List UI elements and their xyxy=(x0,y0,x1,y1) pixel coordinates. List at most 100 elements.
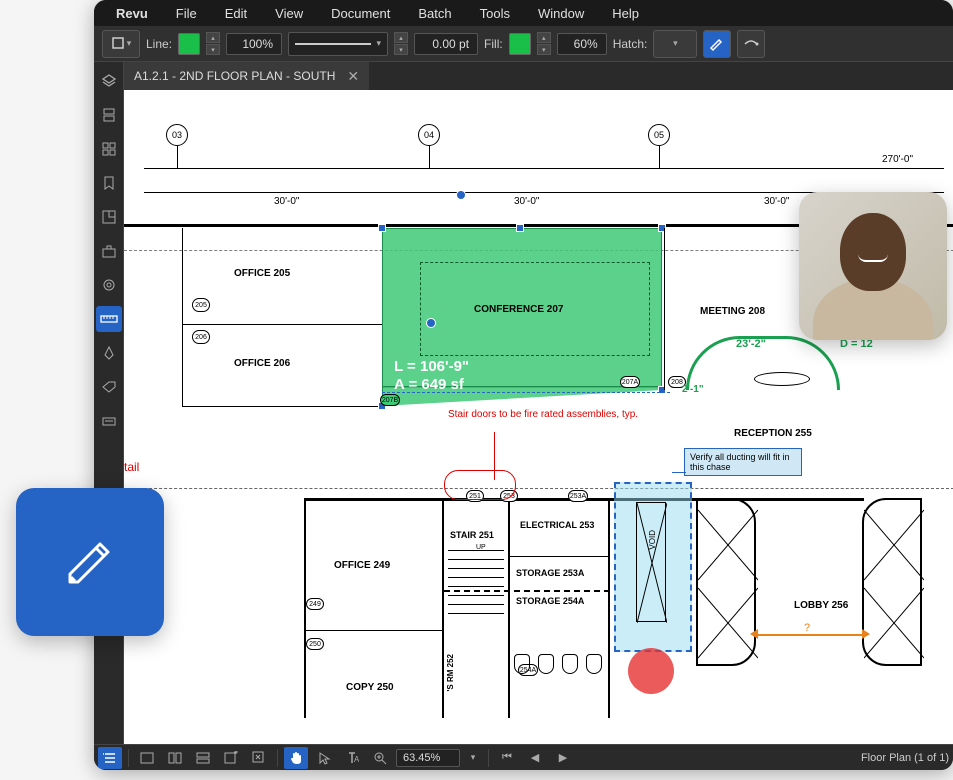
dimension: 30'-0" xyxy=(764,196,789,207)
center-handle[interactable] xyxy=(426,318,436,328)
new-view-icon[interactable] xyxy=(219,747,243,769)
measurement-length: L = 106'-9" xyxy=(394,358,469,375)
tab-bar: A1.2.1 - 2ND FLOOR PLAN - SOUTH ✕ xyxy=(124,62,953,90)
door-tag-249: 249 xyxy=(306,598,324,610)
line-style-dropdown[interactable]: ▾ xyxy=(288,32,388,56)
drawing-canvas[interactable]: 03 04 05 270'-0" 30'-0" 30'-0" 30'-0" xyxy=(124,90,953,744)
hatch-label: Hatch: xyxy=(613,37,648,51)
door-tag-207b: 207B xyxy=(380,394,400,406)
thumbnails-icon[interactable] xyxy=(96,102,122,128)
menu-file[interactable]: File xyxy=(162,2,211,25)
menu-view[interactable]: View xyxy=(261,2,317,25)
menu-batch[interactable]: Batch xyxy=(404,2,465,25)
selection-handle[interactable] xyxy=(378,224,386,232)
arc-dimension: 23'-2" xyxy=(736,338,766,350)
dimension-query[interactable] xyxy=(758,634,862,636)
text-select-icon[interactable]: A xyxy=(340,747,364,769)
hatch-dropdown[interactable]: ▾ xyxy=(653,30,697,58)
room-office-205: OFFICE 205 xyxy=(234,268,290,279)
select-tool-icon[interactable] xyxy=(312,747,336,769)
line-width-field[interactable]: 100% xyxy=(226,33,282,55)
fill-pct-field[interactable]: 60% xyxy=(557,33,607,55)
document-area: A1.2.1 - 2ND FLOOR PLAN - SOUTH ✕ 03 04 … xyxy=(124,62,953,744)
wall xyxy=(182,228,183,406)
line-color-swatch[interactable] xyxy=(178,33,200,55)
tag-icon[interactable] xyxy=(96,374,122,400)
arrow-left-icon xyxy=(750,629,758,639)
toolbox-icon[interactable] xyxy=(96,238,122,264)
room-office-206: OFFICE 206 xyxy=(234,358,290,369)
svg-text:A: A xyxy=(354,755,359,764)
document-tab[interactable]: A1.2.1 - 2ND FLOOR PLAN - SOUTH ✕ xyxy=(124,62,369,91)
wall xyxy=(664,228,665,390)
room-rm-252: 'S RM 252 xyxy=(446,654,455,691)
room-storage-253a: STORAGE 253A xyxy=(516,568,584,578)
snap-tool[interactable] xyxy=(737,30,765,58)
door-tag-253a: 253A xyxy=(568,490,588,502)
zoom-tool-icon[interactable] xyxy=(368,747,392,769)
layers-icon[interactable] xyxy=(96,68,122,94)
corridor-line xyxy=(124,488,953,489)
line-width-spinner[interactable]: ▴▾ xyxy=(206,32,220,55)
left-sidebar xyxy=(94,62,124,744)
elevator-shaft-2 xyxy=(862,498,922,666)
room-storage-254a: STORAGE 254A xyxy=(516,596,584,606)
split-vertical-icon[interactable] xyxy=(163,747,187,769)
room-copy-250: COPY 250 xyxy=(346,682,394,693)
fill-color-swatch[interactable] xyxy=(509,33,531,55)
selection-handle[interactable] xyxy=(516,224,524,232)
user-avatar[interactable] xyxy=(799,192,947,340)
prev-page-icon[interactable]: ◀ xyxy=(523,747,547,769)
size-spinner[interactable]: ▴▾ xyxy=(394,32,408,55)
fill-label: Fill: xyxy=(484,37,503,51)
menu-document[interactable]: Document xyxy=(317,2,404,25)
dimension: 30'-0" xyxy=(514,196,539,207)
bookmarks-icon[interactable] xyxy=(96,170,122,196)
room-office-249: OFFICE 249 xyxy=(334,560,390,571)
pan-tool-icon[interactable] xyxy=(284,747,308,769)
size-field[interactable]: 0.00 pt xyxy=(414,33,478,55)
overall-dimension: 270'-0" xyxy=(882,154,913,165)
next-page-icon[interactable]: ▶ xyxy=(551,747,575,769)
zoom-dropdown-icon[interactable]: ▾ xyxy=(464,747,482,769)
split-horizontal-icon[interactable] xyxy=(191,747,215,769)
grid-line xyxy=(177,146,178,168)
stair-note: Stair doors to be fire rated assemblies,… xyxy=(448,408,638,421)
ducting-callout[interactable]: Verify all ducting will fit in this chas… xyxy=(684,448,802,476)
room-electrical-253: ELECTRICAL 253 xyxy=(520,520,594,531)
wall xyxy=(304,498,306,718)
duct-shaft xyxy=(636,502,666,622)
avatar-head xyxy=(840,213,906,291)
highlight-tool[interactable] xyxy=(703,30,731,58)
keyboard-icon[interactable] xyxy=(96,408,122,434)
menu-edit[interactable]: Edit xyxy=(211,2,261,25)
sync-view-icon[interactable] xyxy=(247,747,271,769)
grid-line xyxy=(429,146,430,168)
fill-spinner[interactable]: ▴▾ xyxy=(537,32,551,55)
spaces-icon[interactable] xyxy=(96,204,122,230)
dimension: 30'-0" xyxy=(274,196,299,207)
wall xyxy=(442,498,444,718)
zoom-field[interactable] xyxy=(396,749,460,767)
measurements-icon[interactable] xyxy=(96,306,122,332)
avatar-smile xyxy=(858,254,888,262)
first-page-icon[interactable]: ⏮ xyxy=(495,747,519,769)
grid-view-icon[interactable] xyxy=(96,136,122,162)
door-tag-207a: 207A xyxy=(620,376,640,388)
rotation-handle[interactable] xyxy=(456,190,466,200)
wall xyxy=(182,406,382,407)
tab-close-icon[interactable]: ✕ xyxy=(347,68,359,85)
detail-note: tail xyxy=(124,460,139,474)
pen-tool-icon[interactable] xyxy=(96,340,122,366)
void-label: VOID xyxy=(648,530,657,550)
shape-tool-dropdown[interactable]: ▾ xyxy=(102,30,140,58)
wall xyxy=(182,324,382,325)
settings-icon[interactable] xyxy=(96,272,122,298)
markup-tool-card[interactable] xyxy=(16,488,164,636)
menu-revu[interactable]: Revu xyxy=(102,2,162,25)
panel-list-icon[interactable] xyxy=(98,747,122,769)
menu-window[interactable]: Window xyxy=(524,2,598,25)
menu-help[interactable]: Help xyxy=(598,2,653,25)
split-none-icon[interactable] xyxy=(135,747,159,769)
menu-tools[interactable]: Tools xyxy=(466,2,524,25)
